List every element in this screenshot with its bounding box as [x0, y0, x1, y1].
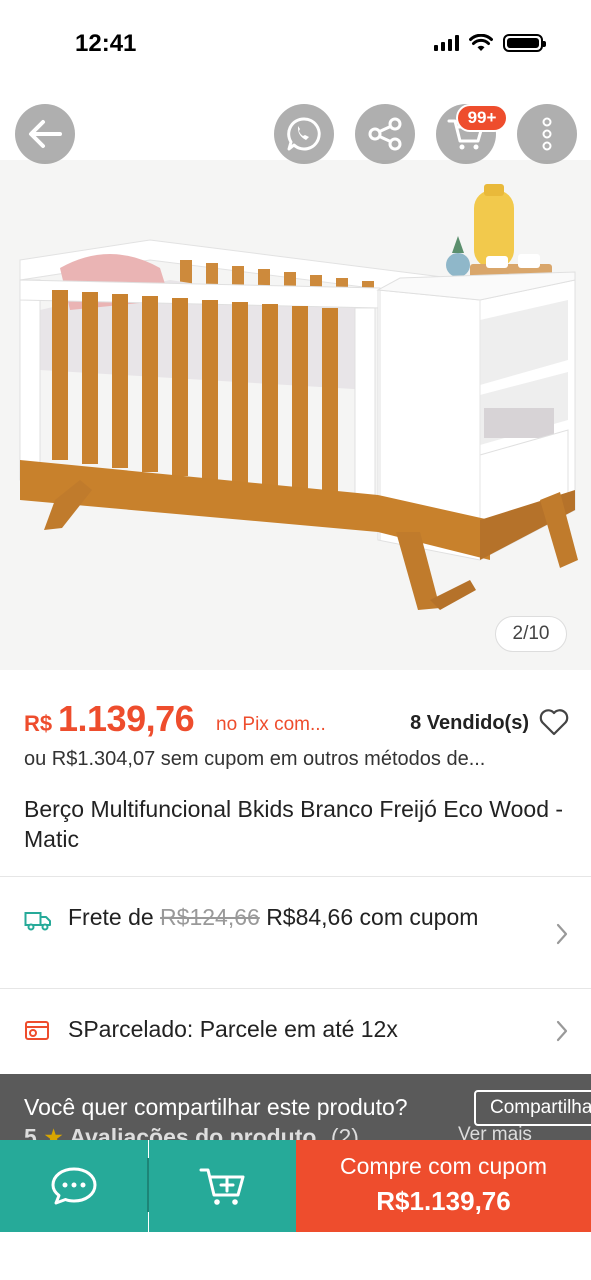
reviews-more-link[interactable]: Ver mais: [458, 1124, 532, 1140]
reviews-rating: 5: [24, 1124, 37, 1140]
price-row: R$ 1.139,76 no Pix com... 8 Vendido(s): [24, 698, 569, 742]
battery-icon: [503, 34, 546, 52]
whatsapp-icon: [287, 117, 321, 151]
arrow-left-icon: [29, 120, 62, 148]
wifi-icon: [469, 34, 493, 51]
sold-count: 8 Vendido(s): [410, 712, 529, 734]
shipping-row[interactable]: Frete de R$124,66 R$84,66 com cupom: [24, 900, 569, 966]
reviews-count: (2): [330, 1124, 359, 1140]
share-banner: Você quer compartilhar este produto? Com…: [0, 1074, 591, 1140]
chat-button[interactable]: [0, 1140, 148, 1232]
whatsapp-button[interactable]: [274, 104, 334, 164]
price-currency: R$: [24, 711, 53, 736]
divider: [0, 876, 591, 877]
shipping-old-price: R$124,66: [160, 904, 260, 930]
status-time: 12:41: [75, 30, 137, 57]
buy-button-label: Compre com cupom: [339, 1153, 548, 1179]
star-icon: ★: [43, 1124, 64, 1140]
more-vertical-icon: [542, 117, 552, 151]
cart-badge: 99+: [456, 104, 508, 132]
chat-icon: [51, 1167, 97, 1205]
share-banner-button[interactable]: Compartilhar: [474, 1090, 591, 1126]
status-icons: [434, 34, 546, 52]
share-icon: [368, 117, 402, 151]
installments-row[interactable]: SParcelado: Parcele em até 12x: [24, 1014, 569, 1048]
buy-with-coupon-button[interactable]: Compre com cupom R$1.139,76: [296, 1140, 591, 1232]
shipping-text: Frete de R$124,66 R$84,66 com cupom: [68, 902, 498, 932]
image-counter: 2/10: [495, 616, 567, 652]
heart-icon[interactable]: [539, 708, 569, 736]
shipping-prefix: Frete de: [68, 904, 154, 930]
reviews-label: Avaliações do produto: [69, 1124, 317, 1140]
status-bar: 12:41: [0, 0, 591, 90]
reviews-peek: 5 ★ Avaliações do produto (2) Ver mais: [24, 1124, 532, 1140]
divider: [0, 988, 591, 989]
price-value: 1.139,76: [58, 698, 195, 739]
share-button[interactable]: [355, 104, 415, 164]
more-button[interactable]: [517, 104, 577, 164]
truck-icon: [24, 912, 51, 931]
chevron-right-icon: [556, 1020, 568, 1042]
installments-icon: [25, 1021, 49, 1040]
signal-icon: [434, 35, 459, 51]
shipping-new-price: R$84,66 com cupom: [266, 904, 479, 930]
chevron-right-icon: [556, 923, 568, 945]
price-pix-note[interactable]: no Pix com...: [216, 714, 326, 736]
share-banner-text: Você quer compartilhar este produto?: [24, 1094, 408, 1120]
bottom-action-bar: Compre com cupom R$1.139,76: [0, 1140, 591, 1232]
add-to-cart-button[interactable]: [149, 1140, 296, 1232]
crib-illustration: [0, 160, 591, 670]
other-payment-price: ou R$1.304,07 sem cupom em outros método…: [24, 748, 486, 770]
buy-button-price: R$1.139,76: [376, 1186, 511, 1216]
installments-text: SParcelado: Parcele em até 12x: [68, 1016, 398, 1042]
back-button[interactable]: [15, 104, 75, 164]
product-title: Berço Multifuncional Bkids Branco Freijó…: [24, 796, 564, 852]
product-image[interactable]: [0, 160, 591, 670]
add-to-cart-icon: [199, 1168, 244, 1205]
